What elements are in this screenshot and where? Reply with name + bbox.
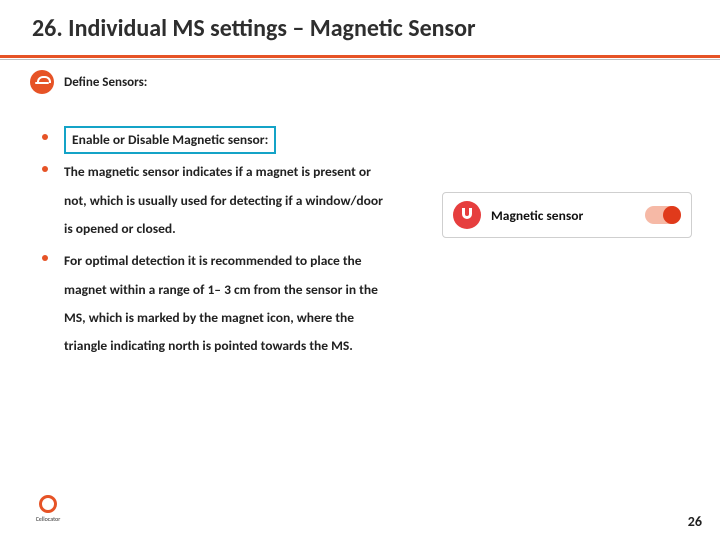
title-underline-accent	[0, 55, 720, 58]
bullet-item: The magnetic sensor indicates if a magne…	[42, 158, 388, 243]
magnetic-sensor-toggle[interactable]	[645, 206, 681, 224]
subhead-label: Define Sensors:	[64, 75, 147, 90]
bullets-container: Enable or Disable Magnetic sensor: The m…	[0, 100, 420, 361]
card-label: Magnetic sensor	[491, 207, 635, 224]
bullet-item: Enable or Disable Magnetic sensor:	[42, 126, 388, 154]
magnetic-sensor-card: Magnetic sensor	[442, 192, 692, 238]
bullet-item: For optimal detection it is recommended …	[42, 247, 388, 360]
magnet-icon	[453, 201, 481, 229]
bullet-text-boxed: Enable or Disable Magnetic sensor:	[64, 126, 276, 154]
toggle-knob	[663, 206, 681, 224]
bullet-dot-icon	[42, 166, 48, 172]
slide-title: 26. Individual MS settings – Magnetic Se…	[0, 0, 720, 55]
bullet-text: For optimal detection it is recommended …	[64, 247, 388, 360]
brand-logo-text: Cellocator	[36, 515, 61, 523]
page-number: 26	[688, 513, 702, 530]
brand-logo: Cellocator	[28, 492, 68, 526]
subhead-row: Define Sensors:	[0, 60, 720, 100]
sensor-icon	[30, 70, 54, 94]
bullet-text: The magnetic sensor indicates if a magne…	[64, 158, 388, 243]
brand-logo-mark	[39, 495, 57, 513]
bullet-dot-icon	[42, 134, 48, 140]
bullet-dot-icon	[42, 255, 48, 261]
